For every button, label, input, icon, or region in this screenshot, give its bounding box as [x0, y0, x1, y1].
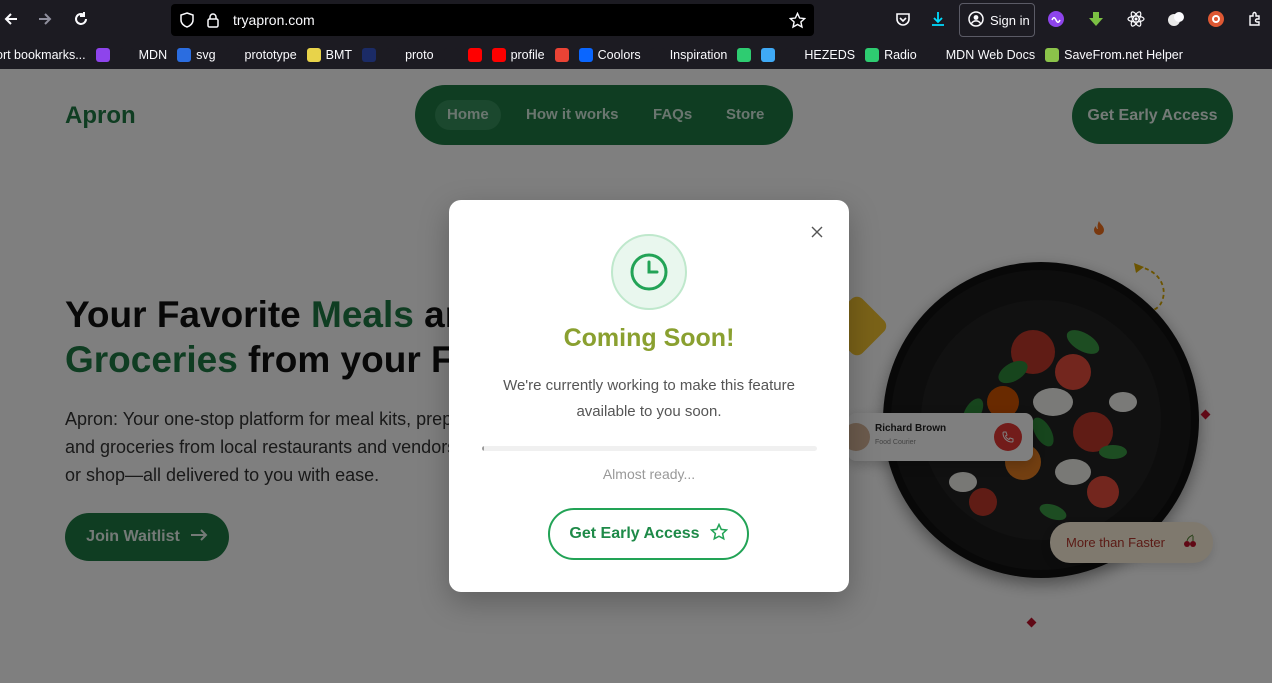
close-icon[interactable] [808, 223, 826, 241]
bookmark-label: MDN Web Docs [945, 48, 1036, 62]
url-bar[interactable]: tryapron.com [171, 4, 814, 36]
bookmark-label: Inspiration [669, 48, 728, 62]
bookmarks-bar: ort bookmarks... MDN svg prototype BMT proto p… [0, 41, 1272, 69]
bookmark-label: Radio [884, 48, 917, 62]
bookmark-item[interactable]: BMT [306, 48, 353, 62]
modal-title: Coming Soon! [563, 324, 735, 352]
browser-chrome: tryapron.com Sign in ort bookmarks... MD… [0, 0, 1272, 69]
bookmark-item[interactable] [467, 48, 482, 62]
star-icon [709, 522, 728, 546]
bookmark-item[interactable]: Radio [865, 48, 917, 62]
bookmark-item[interactable]: MDN [119, 48, 168, 62]
duckduckgo-icon[interactable] [1206, 9, 1226, 29]
browser-toolbar: tryapron.com Sign in [0, 0, 1272, 40]
bookmark-item[interactable]: prototype [225, 48, 297, 62]
mdn-icon [926, 48, 941, 62]
bookmark-label: Coolors [597, 48, 641, 62]
reload-icon[interactable] [70, 8, 92, 30]
bookmark-item[interactable] [443, 48, 458, 62]
w-icon [650, 48, 665, 62]
progress-label: Almost ready... [602, 466, 696, 482]
bookmark-item[interactable]: proto [386, 48, 434, 62]
t-icon [177, 48, 192, 62]
downloads-icon[interactable] [928, 9, 948, 29]
dashed-square-icon [737, 48, 752, 62]
coolors-icon [578, 48, 593, 62]
bookmark-label: proto [405, 48, 434, 62]
prototype-icon [225, 48, 240, 62]
forward-icon[interactable] [34, 8, 56, 30]
bookmark-label: SaveFrom.net Helper [1064, 48, 1183, 62]
progress-bar [482, 446, 817, 451]
green-dot-icon [865, 48, 880, 62]
bookmark-item[interactable] [761, 48, 776, 62]
bookmark-label: ort bookmarks... [0, 48, 86, 62]
back-icon[interactable] [0, 8, 22, 30]
bookmark-label: MDN [138, 48, 168, 62]
bookmark-item[interactable]: SaveFrom.net Helper [1045, 48, 1183, 62]
progress-fill [482, 446, 484, 451]
react-devtools-icon[interactable] [1126, 9, 1146, 29]
modal-cta-label: Get Early Access [569, 525, 700, 542]
purple-circle-icon [95, 48, 110, 62]
gmail-icon [554, 48, 569, 62]
bookmark-item[interactable]: profile [491, 48, 545, 62]
shield-icon [179, 12, 195, 33]
bookmark-item[interactable]: svg [177, 48, 216, 62]
bookmark-item[interactable]: MDN Web Docs [926, 48, 1036, 62]
bookmark-item[interactable]: Coolors [578, 48, 641, 62]
youtube-icon [491, 48, 506, 62]
xe-icon [362, 48, 377, 62]
url-text: tryapron.com [233, 12, 315, 28]
frame-icon [761, 48, 776, 62]
youtube-icon [467, 48, 482, 62]
bookmark-label: profile [510, 48, 545, 62]
sign-in-label: Sign in [990, 12, 1030, 28]
extensions-icon[interactable] [1245, 9, 1265, 29]
bookmark-item[interactable]: ort bookmarks... [0, 48, 86, 62]
proto-icon [386, 48, 401, 62]
lock-icon [206, 12, 220, 33]
modal-message: We're currently working to make this fea… [503, 377, 795, 420]
bookmark-label: HEZEDS [804, 48, 856, 62]
download-arrow-icon [1045, 48, 1060, 62]
bookmark-item[interactable] [362, 48, 377, 62]
bookmark-label: prototype [244, 48, 297, 62]
bookmark-item[interactable] [737, 48, 752, 62]
sign-in-button[interactable]: Sign in [959, 3, 1035, 37]
bmt-icon [306, 48, 321, 62]
extension-puzzle-white-icon[interactable] [1166, 9, 1186, 29]
bookmark-label: BMT [325, 48, 353, 62]
account-icon [968, 10, 984, 30]
extension-purple-icon[interactable] [1046, 9, 1066, 29]
pocket-icon[interactable] [893, 9, 913, 29]
extension-download-icon[interactable] [1086, 9, 1106, 29]
bookmark-label: svg [196, 48, 216, 62]
bookmark-item[interactable] [554, 48, 569, 62]
mdn-icon [119, 48, 134, 62]
bookmark-item[interactable] [95, 48, 110, 62]
clock-icon [611, 234, 687, 310]
globe-icon [785, 48, 800, 62]
github-icon [443, 48, 458, 62]
modal-get-early-access-button[interactable]: Get Early Access [548, 508, 749, 560]
star-bookmark-icon[interactable] [788, 11, 807, 34]
coming-soon-modal: Coming Soon! We're currently working to … [449, 200, 849, 592]
bookmark-item[interactable]: HEZEDS [785, 48, 855, 62]
bookmark-item[interactable]: Inspiration [650, 48, 728, 62]
